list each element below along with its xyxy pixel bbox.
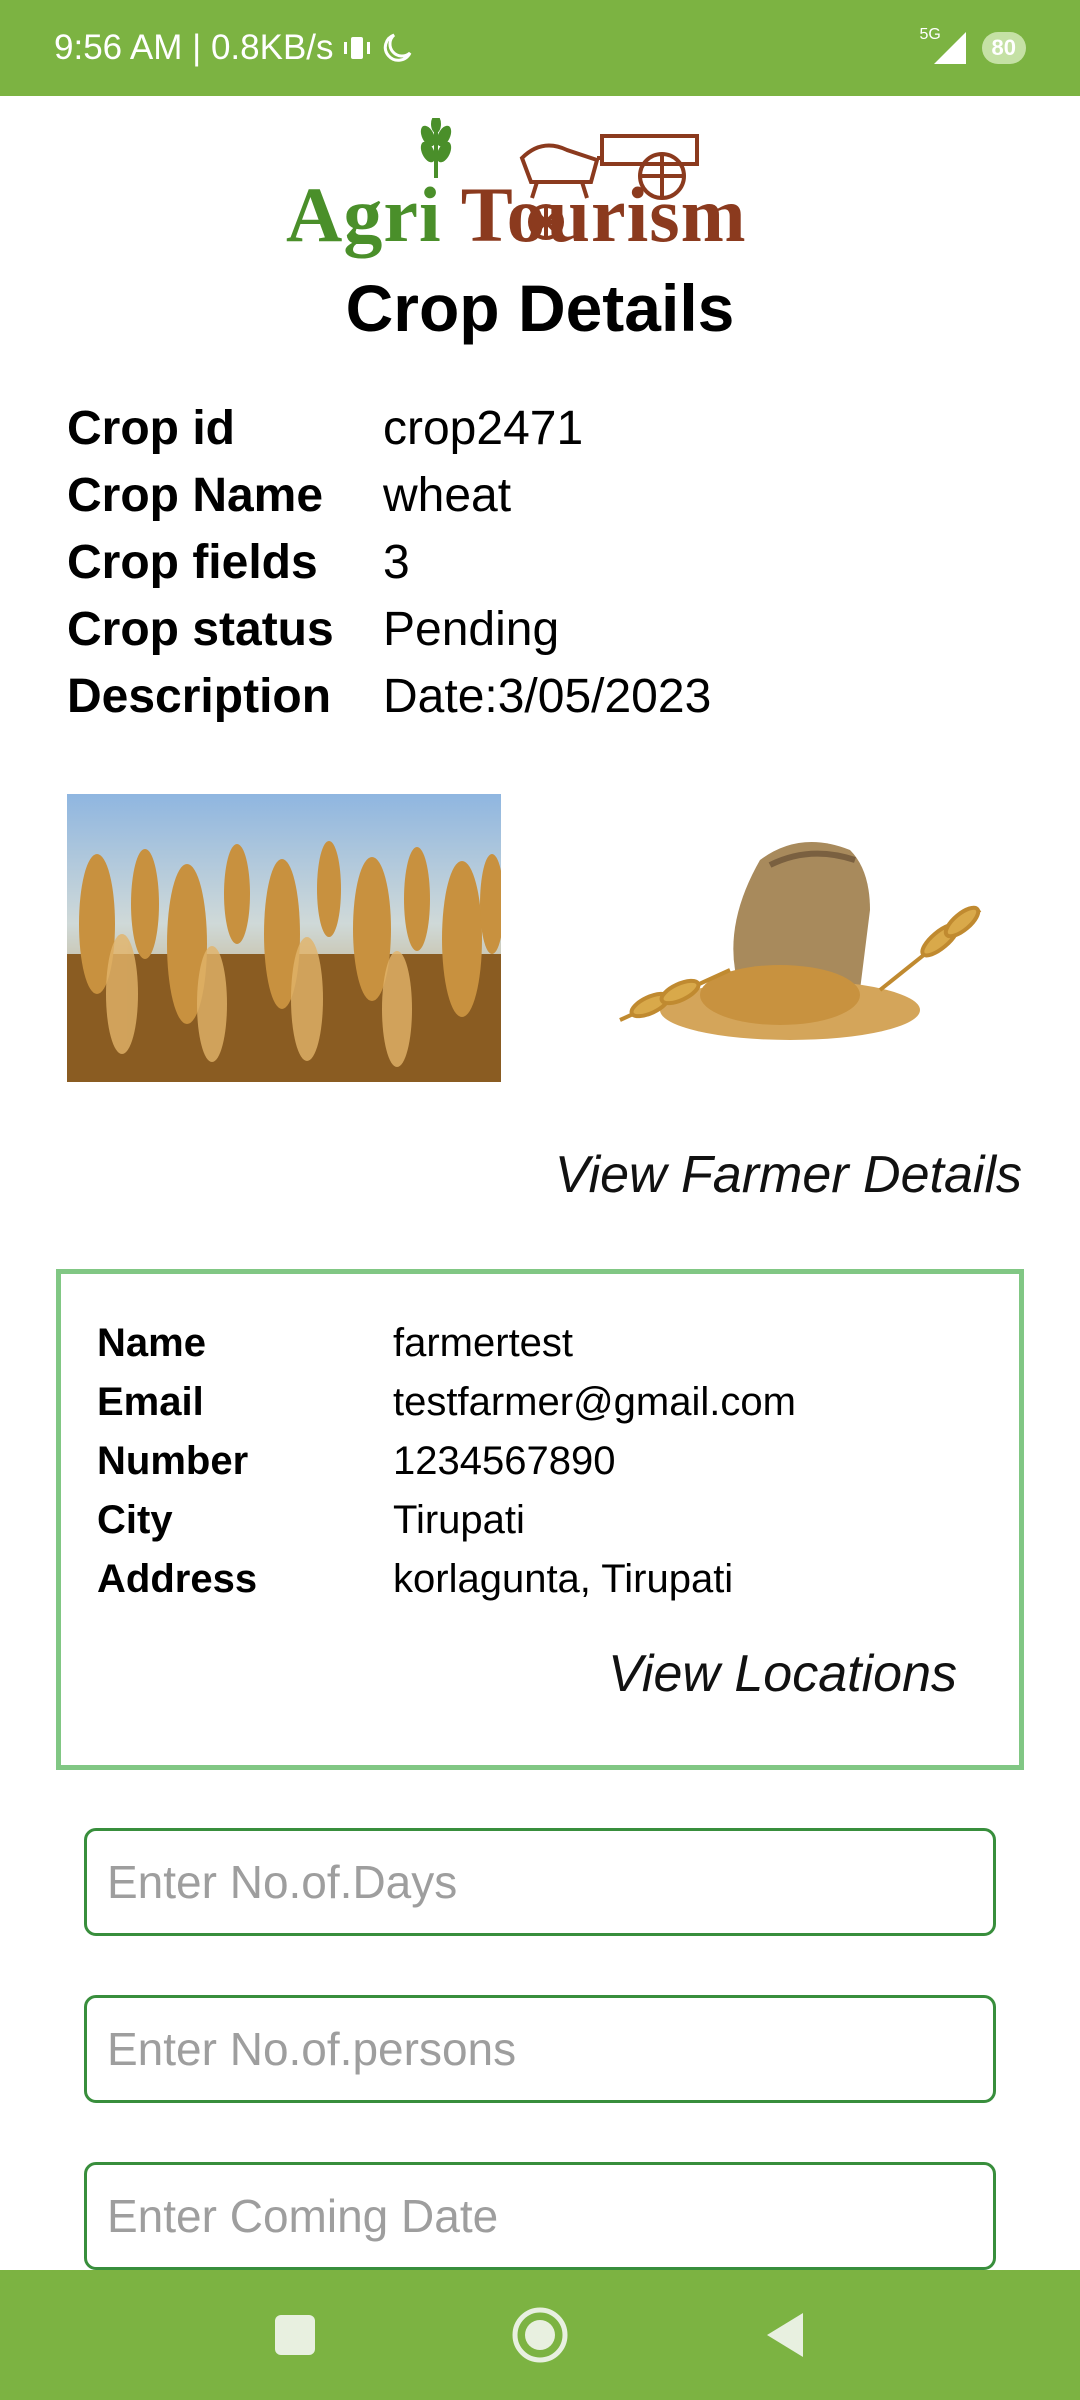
moon-icon xyxy=(380,31,414,65)
farmer-row-city: City Tirupati xyxy=(97,1491,796,1550)
status-time: 9:56 AM | 0.8KB/s xyxy=(54,28,334,67)
back-triangle-icon[interactable] xyxy=(725,2270,845,2400)
crop-row-status: Crop status Pending xyxy=(67,596,711,663)
network-type: 5G xyxy=(919,26,941,43)
persons-input[interactable] xyxy=(84,1995,996,2103)
farmer-value: testfarmer@gmail.com xyxy=(393,1380,796,1424)
crop-value: Pending xyxy=(383,603,560,656)
crop-value: Date:3/05/2023 xyxy=(383,670,712,723)
crop-row-id: Crop id crop2471 xyxy=(67,395,711,462)
farmer-row-email: Email testfarmer@gmail.com xyxy=(97,1373,796,1432)
crop-row-description: Description Date:3/05/2023 xyxy=(67,663,711,730)
coming-date-input[interactable] xyxy=(84,2162,996,2270)
crop-label: Crop fields xyxy=(67,536,318,589)
view-farmer-details-link[interactable]: View Farmer Details xyxy=(555,1145,1022,1205)
farmer-row-number: Number 1234567890 xyxy=(97,1432,796,1491)
days-input[interactable] xyxy=(84,1828,996,1936)
crop-label: Crop Name xyxy=(67,469,324,522)
farmer-row-address: Address korlagunta, Tirupati xyxy=(97,1550,796,1609)
logo-word-agri: Agri xyxy=(286,171,442,258)
farmer-label: City xyxy=(97,1498,173,1542)
view-locations-link[interactable]: View Locations xyxy=(608,1644,957,1704)
farmer-details-card: Name farmertest Email testfarmer@gmail.c… xyxy=(56,1269,1024,1770)
crop-details-table: Crop id crop2471 Crop Name wheat Crop fi… xyxy=(67,395,711,730)
crop-value: crop2471 xyxy=(383,402,584,455)
farmer-value: farmertest xyxy=(393,1321,574,1365)
vibrate-icon xyxy=(342,34,372,62)
farmer-value: 1234567890 xyxy=(393,1439,616,1483)
crop-row-fields: Crop fields 3 xyxy=(67,529,711,596)
home-circle-icon[interactable] xyxy=(480,2270,600,2400)
farmer-details-table: Name farmertest Email testfarmer@gmail.c… xyxy=(97,1314,796,1609)
crop-label: Crop status xyxy=(67,603,334,656)
status-right: 5G 80 xyxy=(920,0,1026,96)
farmer-value: korlagunta, Tirupati xyxy=(393,1557,734,1601)
farmer-row-name: Name farmertest xyxy=(97,1314,796,1373)
status-left: 9:56 AM | 0.8KB/s xyxy=(54,0,414,96)
logo-text: Agri Tourism xyxy=(286,170,747,260)
status-bar: 9:56 AM | 0.8KB/s 5G 80 xyxy=(0,0,1080,96)
logo-word-tourism: Tourism xyxy=(460,171,747,258)
signal-icon: 5G xyxy=(920,26,968,66)
page-title: Crop Details xyxy=(345,271,735,345)
app-logo: Agri Tourism xyxy=(282,118,802,258)
crop-row-name: Crop Name wheat xyxy=(67,462,711,529)
system-nav-bar xyxy=(0,2270,1080,2400)
battery-icon: 80 xyxy=(981,32,1026,64)
crop-value: 3 xyxy=(383,536,410,589)
crop-label: Crop id xyxy=(67,402,235,455)
crop-value: wheat xyxy=(383,469,512,522)
farmer-label: Name xyxy=(97,1321,206,1365)
recents-square-icon[interactable] xyxy=(235,2270,355,2400)
grain-sack-image xyxy=(610,820,990,1060)
crop-label: Description xyxy=(67,670,332,723)
wheat-field-image xyxy=(67,794,501,1082)
farmer-label: Email xyxy=(97,1380,204,1424)
farmer-label: Number xyxy=(97,1439,249,1483)
farmer-label: Address xyxy=(97,1557,258,1601)
farmer-value: Tirupati xyxy=(393,1498,525,1542)
